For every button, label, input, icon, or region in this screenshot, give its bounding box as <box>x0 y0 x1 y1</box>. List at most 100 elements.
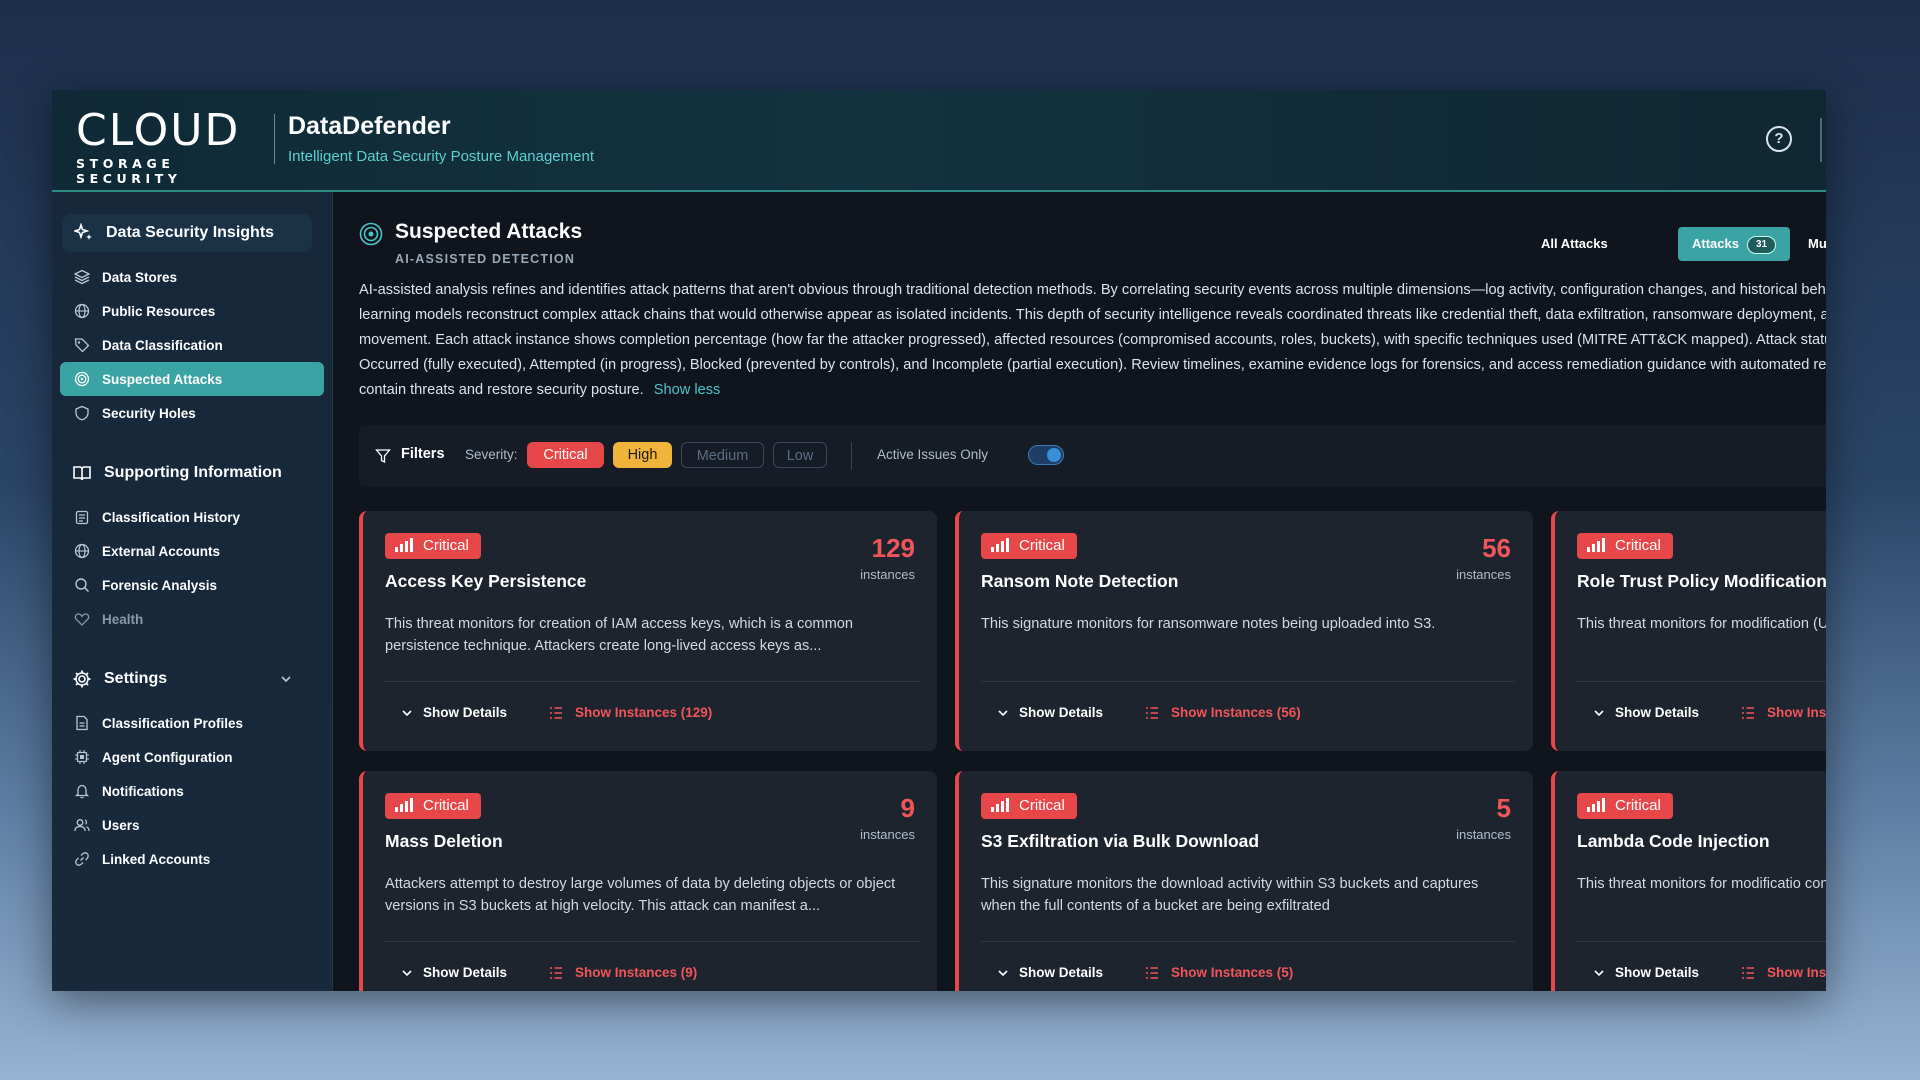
sidebar-item-notifications[interactable]: Notifications <box>60 774 324 808</box>
filter-divider <box>851 442 852 470</box>
sidebar-item-forensic-analysis[interactable]: Forensic Analysis <box>60 568 324 602</box>
attack-title: Role Trust Policy Modification <box>1577 571 1826 591</box>
show-details-button[interactable]: Show Details <box>401 705 507 720</box>
signal-bars-icon <box>991 798 1009 812</box>
severity-chip-medium[interactable]: Medium <box>681 442 764 468</box>
show-details-label: Show Details <box>1615 705 1700 720</box>
chevron-down-icon <box>997 707 1009 719</box>
sidebar-section-data-security-insights[interactable]: Data Security Insights <box>62 214 312 252</box>
list-icon <box>1145 706 1159 720</box>
active-issues-toggle[interactable] <box>1028 445 1064 465</box>
attack-description: This signature monitors for ransomware n… <box>981 616 1436 632</box>
card-divider <box>1577 941 1826 942</box>
show-details-button[interactable]: Show Details <box>1593 965 1699 980</box>
show-instances-label: Show Instances (56) <box>1171 705 1301 720</box>
show-details-button[interactable]: Show Details <box>1593 705 1699 720</box>
logo-word: CLOUD <box>76 105 241 156</box>
attack-card[interactable]: Critical Access Key Persistence 129 inst… <box>359 511 937 751</box>
card-divider <box>385 941 919 942</box>
signal-bars-icon <box>1587 538 1605 552</box>
show-instances-button[interactable]: Show Instances (129) <box>549 705 712 720</box>
sidebar-item-data-classification[interactable]: Data Classification <box>60 328 324 362</box>
show-details-button[interactable]: Show Details <box>997 705 1103 720</box>
sidebar-item-label: Linked Accounts <box>102 851 211 867</box>
instance-unit: instances <box>860 827 915 842</box>
users-icon <box>74 817 90 833</box>
attack-card[interactable]: Critical S3 Exfiltration via Bulk Downlo… <box>955 771 1533 991</box>
sidebar-item-label: Forensic Analysis <box>102 577 218 593</box>
sidebar-item-classification-profiles[interactable]: Classification Profiles <box>60 706 324 740</box>
show-instances-button[interactable]: Show Instances (9) <box>549 965 697 980</box>
show-instances-button[interactable]: Show Instances (5) <box>1145 965 1293 980</box>
show-instances-label: Show Inst <box>1767 965 1826 980</box>
attack-title: Mass Deletion <box>385 831 503 851</box>
sidebar-item-classification-history[interactable]: Classification History <box>60 500 324 534</box>
severity-badge: Critical <box>385 533 481 559</box>
sidebar-item-label: Notifications <box>102 783 184 799</box>
signal-bars-icon <box>1587 798 1605 812</box>
show-instances-button[interactable]: Show Inst <box>1741 705 1826 720</box>
chevron-down-icon[interactable] <box>280 672 292 690</box>
globe-icon <box>74 543 90 559</box>
sidebar-item-data-stores[interactable]: Data Stores <box>60 260 324 294</box>
severity-chip-critical[interactable]: Critical <box>527 442 604 468</box>
sidebar-item-public-resources[interactable]: Public Resources <box>60 294 324 328</box>
filters-label: Filters <box>401 446 445 462</box>
severity-text: Critical <box>423 537 469 554</box>
sidebar-section-settings[interactable]: Settings <box>72 664 312 694</box>
active-issues-label: Active Issues Only <box>877 447 989 462</box>
show-instances-label: Show Instances (5) <box>1171 965 1294 980</box>
sidebar-item-label: Agent Configuration <box>102 749 233 765</box>
sidebar-item-suspected-attacks[interactable]: Suspected Attacks <box>60 362 324 396</box>
sidebar-item-agent-configuration[interactable]: Agent Configuration <box>60 740 324 774</box>
attack-card[interactable]: Critical Lambda Code Injection This thre… <box>1551 771 1826 991</box>
header-divider <box>274 114 275 164</box>
app-name: DataDefender <box>288 112 451 140</box>
show-details-label: Show Details <box>1615 965 1700 980</box>
page-subtitle: AI-ASSISTED DETECTION <box>395 252 576 266</box>
severity-text: Critical <box>1615 797 1661 814</box>
tab-all-attacks[interactable]: All Attacks <box>1541 227 1608 261</box>
sidebar-item-label: Security Holes <box>102 405 196 421</box>
attack-card[interactable]: Critical Role Trust Policy Modification … <box>1551 511 1826 751</box>
sparkle-icon <box>74 223 94 243</box>
signal-bars-icon <box>395 538 413 552</box>
sidebar-item-users[interactable]: Users <box>60 808 324 842</box>
chevron-down-icon <box>1593 967 1605 979</box>
sidebar-item-health[interactable]: Health <box>60 602 324 636</box>
attack-card[interactable]: Critical Ransom Note Detection 56 instan… <box>955 511 1533 751</box>
sidebar-item-security-holes[interactable]: Security Holes <box>60 396 324 430</box>
tab-multi-stage[interactable]: Multi-Stag <box>1808 227 1826 261</box>
cpu-icon <box>74 749 90 765</box>
tab-attacks[interactable]: Attacks 31 <box>1678 227 1791 261</box>
attack-card[interactable]: Critical Mass Deletion 9 instances Attac… <box>359 771 937 991</box>
card-divider <box>981 941 1515 942</box>
sidebar-item-label: Data Classification <box>102 337 223 353</box>
severity-badge: Critical <box>1577 793 1673 819</box>
attack-description: This threat monitors for modification (U… <box>1577 616 1826 632</box>
logo-subtext: STORAGE SECURITY <box>76 156 182 186</box>
sidebar-item-linked-accounts[interactable]: Linked Accounts <box>60 842 324 876</box>
show-details-button[interactable]: Show Details <box>997 965 1103 980</box>
description-body: AI-assisted analysis refines and identif… <box>359 282 1826 398</box>
sidebar-item-label: External Accounts <box>102 543 221 559</box>
help-icon[interactable]: ? <box>1766 126 1792 152</box>
description-text: AI-assisted analysis refines and identif… <box>359 278 1826 403</box>
show-instances-button[interactable]: Show Inst <box>1741 965 1826 980</box>
show-less-link[interactable]: Show less <box>654 382 721 398</box>
sidebar-section-supporting-information[interactable]: Supporting Information <box>72 458 312 488</box>
severity-chip-high[interactable]: High <box>613 442 672 468</box>
severity-badge: Critical <box>981 533 1077 559</box>
show-instances-button[interactable]: Show Instances (56) <box>1145 705 1301 720</box>
target-icon <box>74 371 90 387</box>
severity-chip-low[interactable]: Low <box>773 442 827 468</box>
sidebar-item-label: Classification Profiles <box>102 715 244 731</box>
severity-badge: Critical <box>981 793 1077 819</box>
sidebar: Data Security Insights Data Stores Publi… <box>52 192 333 991</box>
show-details-button[interactable]: Show Details <box>401 965 507 980</box>
file-icon <box>74 715 90 731</box>
target-icon <box>359 222 383 246</box>
sidebar-item-external-accounts[interactable]: External Accounts <box>60 534 324 568</box>
instance-count: 5 <box>1496 793 1511 823</box>
chevron-down-icon <box>401 707 413 719</box>
